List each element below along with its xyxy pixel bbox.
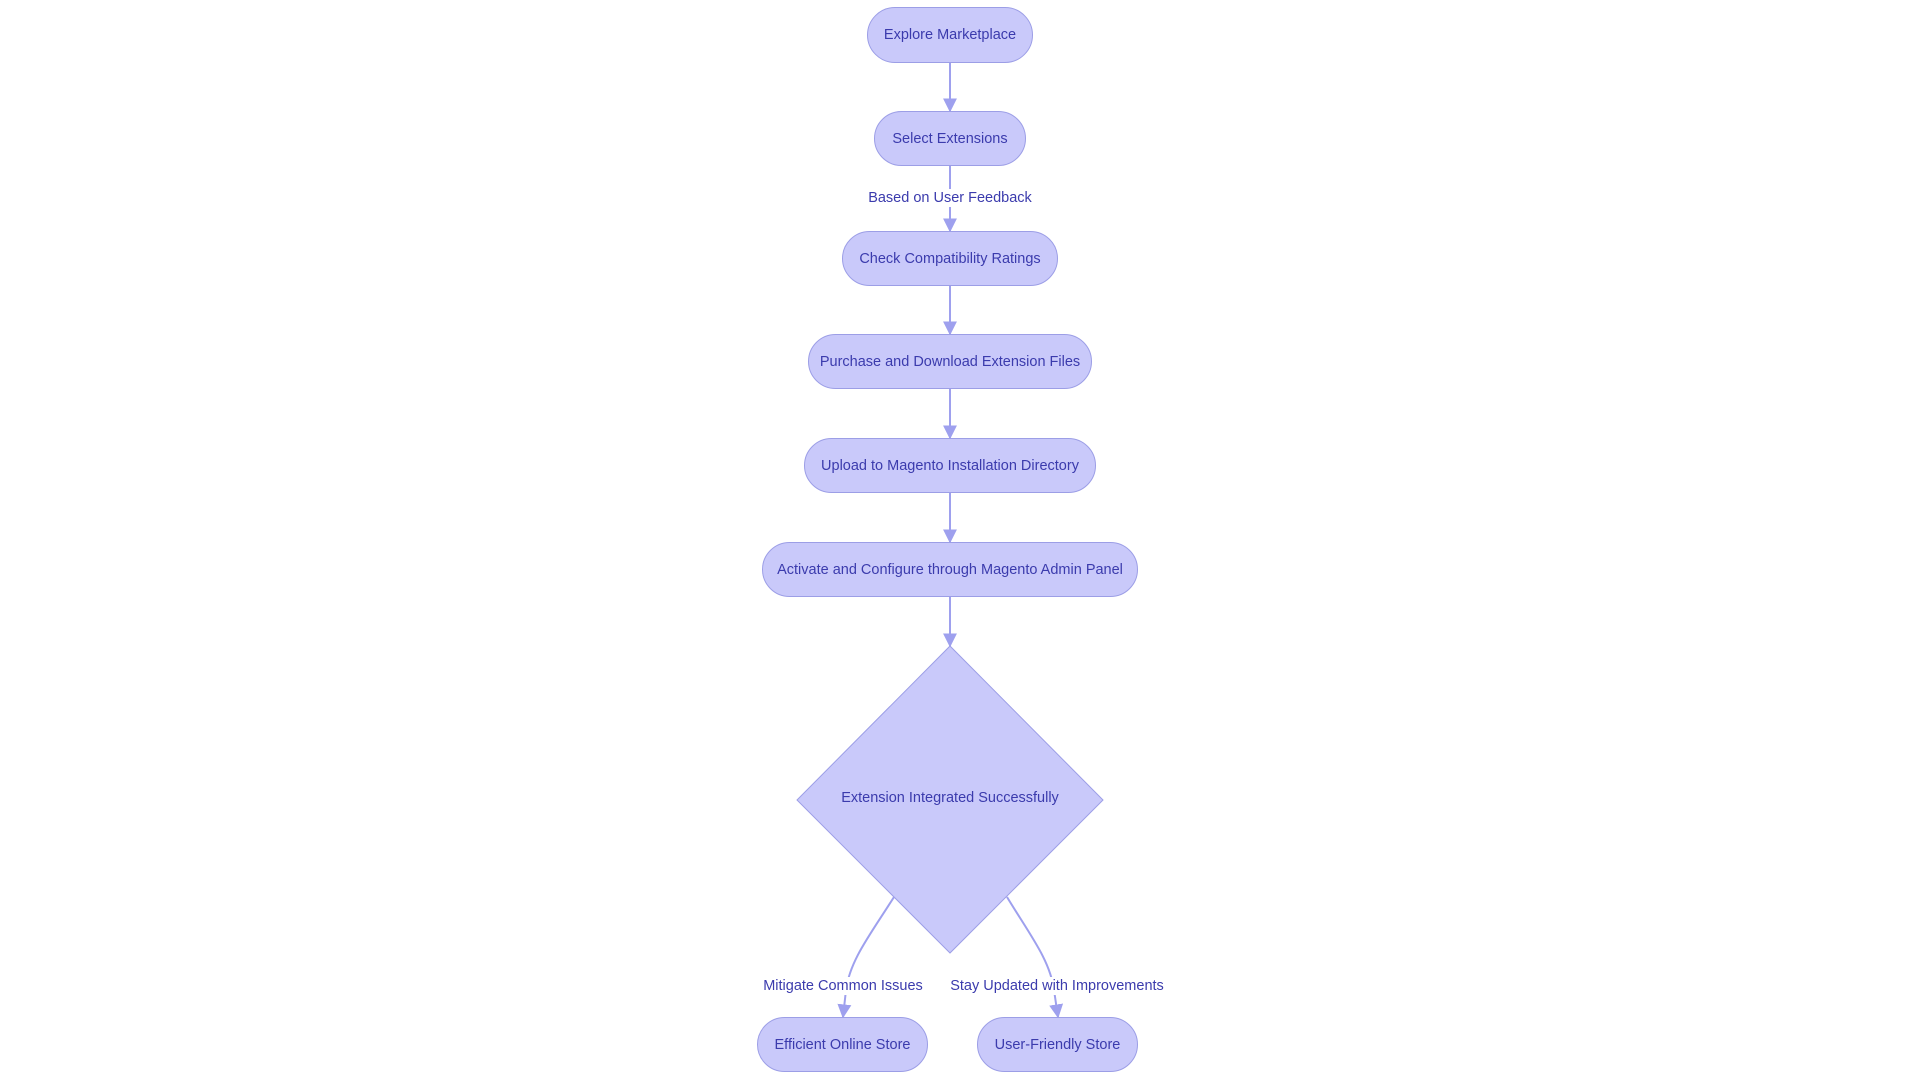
node-label: Activate and Configure through Magento A… [777, 561, 1123, 578]
node-purchase-download[interactable]: Purchase and Download Extension Files [808, 334, 1092, 389]
node-efficient-online-store[interactable]: Efficient Online Store [757, 1017, 928, 1072]
node-label: User-Friendly Store [994, 1036, 1121, 1053]
node-label: Check Compatibility Ratings [859, 250, 1041, 267]
node-user-friendly-store[interactable]: User-Friendly Store [977, 1017, 1138, 1072]
node-label: Efficient Online Store [774, 1036, 911, 1053]
node-explore-marketplace[interactable]: Explore Marketplace [867, 7, 1033, 63]
edge-decision-to-userfriendly [1006, 896, 1064, 1019]
node-label: Purchase and Download Extension Files [819, 353, 1081, 370]
edge-decision-to-efficient [837, 896, 895, 1019]
edge-label-based-on-user-feedback: Based on User Feedback [867, 189, 1033, 207]
node-upload-magento-directory[interactable]: Upload to Magento Installation Directory [804, 438, 1096, 493]
decision-diamond-shape[interactable] [796, 645, 1104, 954]
node-label: Upload to Magento Installation Directory [821, 457, 1079, 474]
edge-label-stay-updated: Stay Updated with Improvements [949, 977, 1165, 995]
node-label: Explore Marketplace [883, 27, 1017, 43]
edge-label-mitigate-common-issues: Mitigate Common Issues [762, 977, 924, 995]
node-check-compatibility-ratings[interactable]: Check Compatibility Ratings [842, 231, 1058, 286]
node-activate-configure[interactable]: Activate and Configure through Magento A… [762, 542, 1138, 597]
node-label: Select Extensions [892, 130, 1008, 147]
node-select-extensions[interactable]: Select Extensions [874, 111, 1026, 166]
